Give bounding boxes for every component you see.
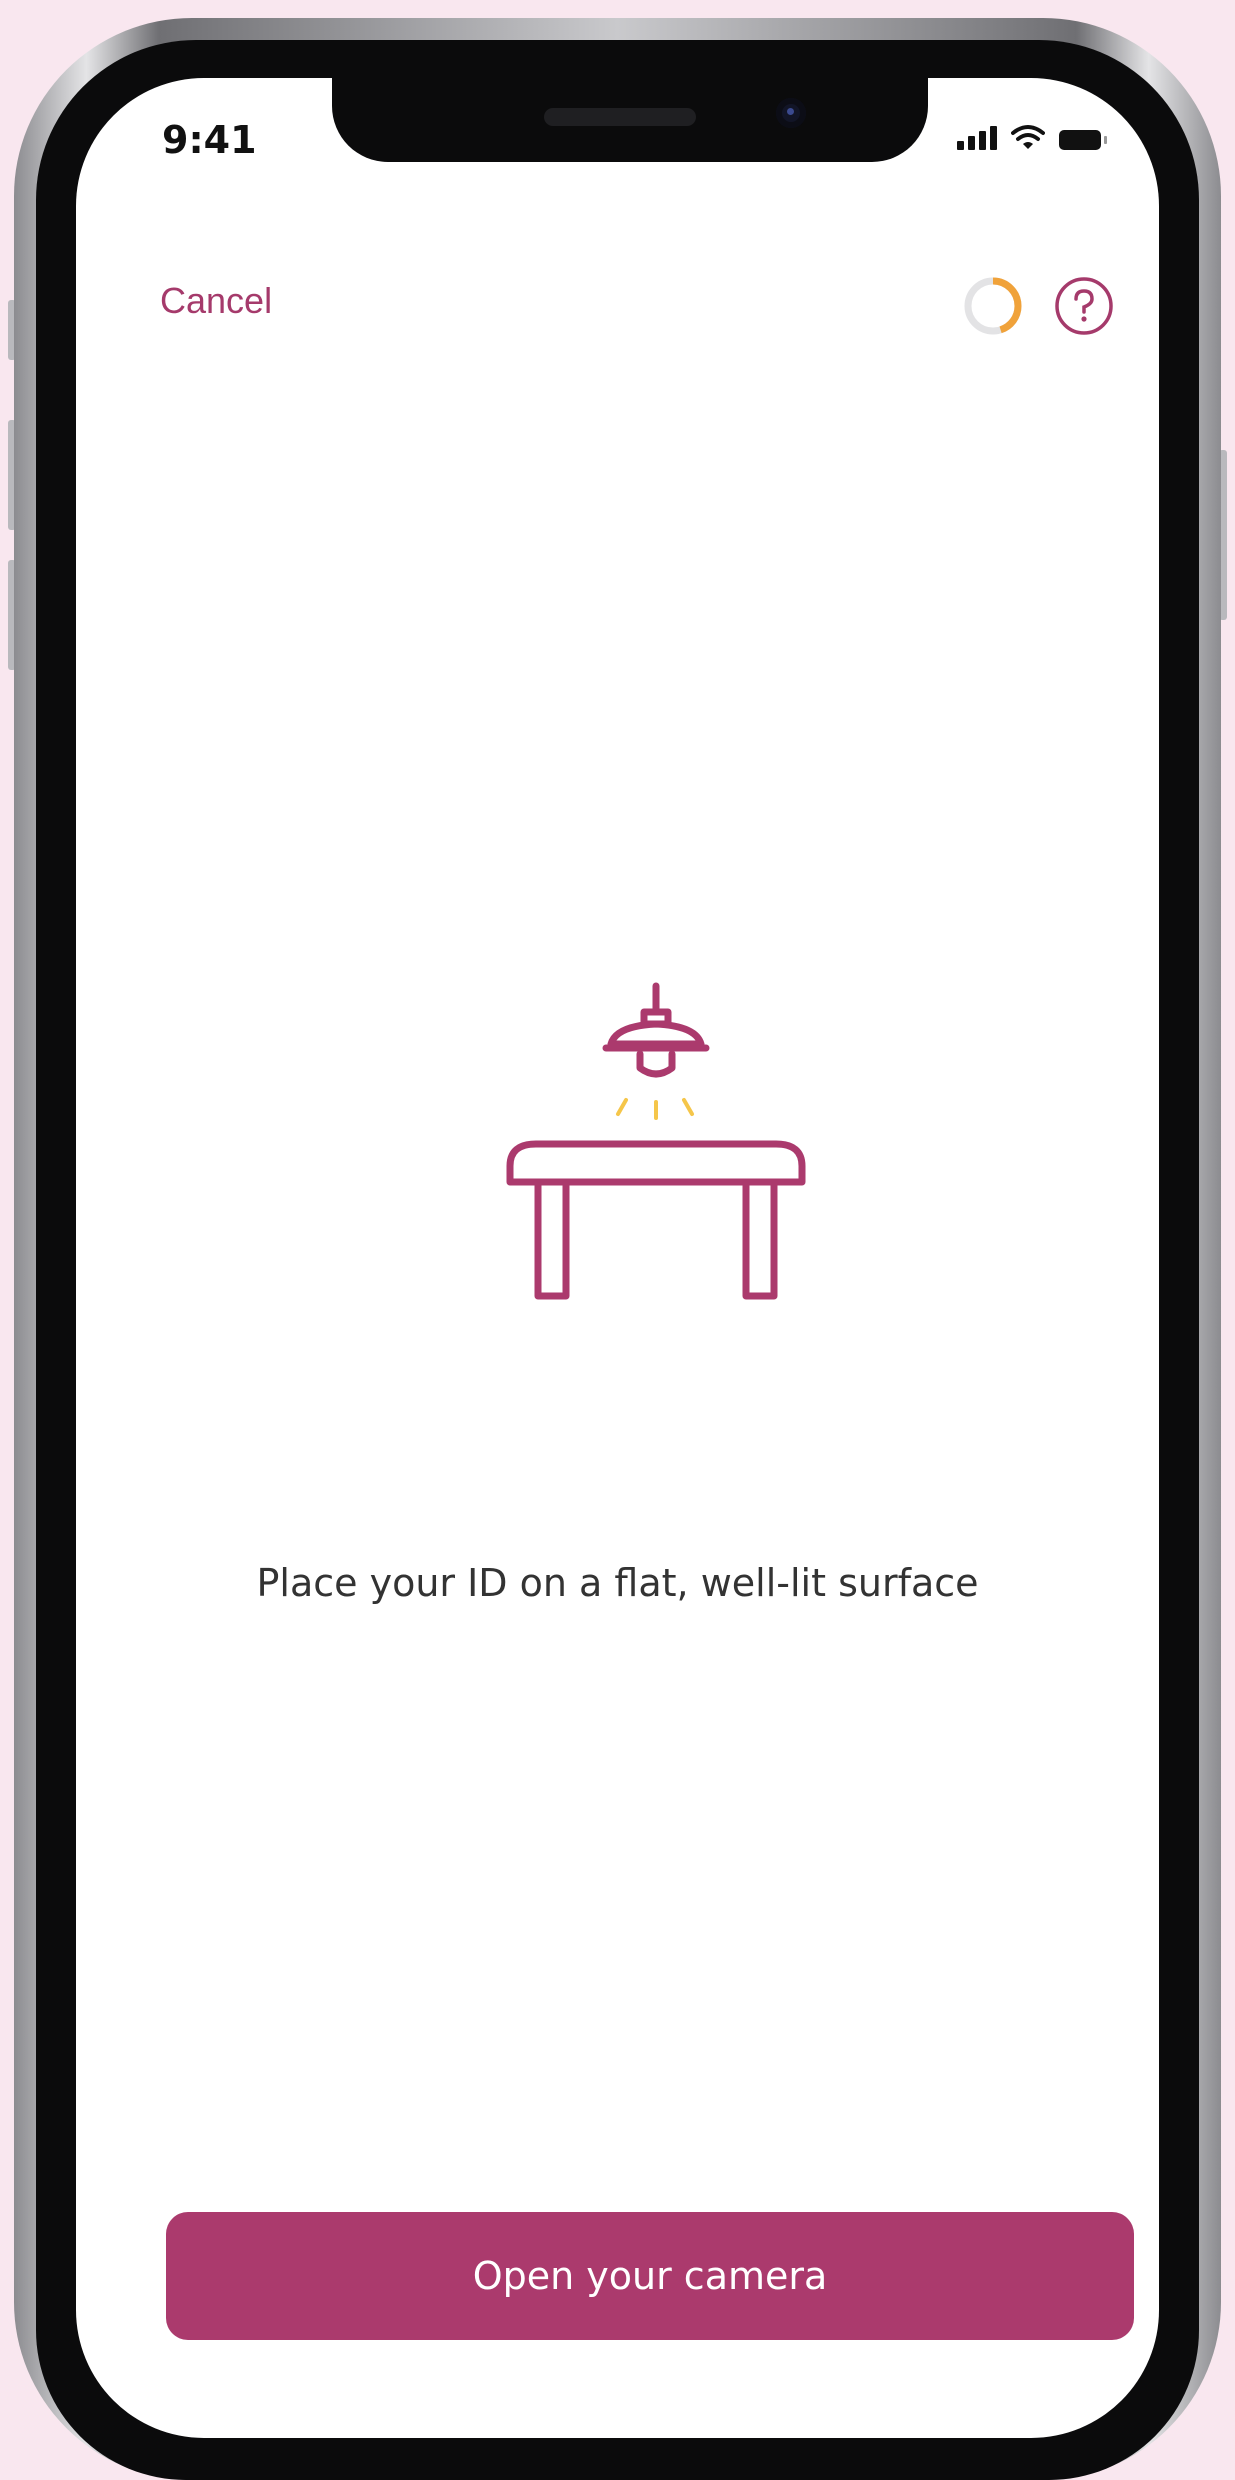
- status-icons: [957, 124, 1107, 150]
- lamp-over-table-icon: [506, 982, 806, 1300]
- cellular-signal-icon: [957, 124, 997, 150]
- phone-bezel: 9:41 Cancel Place your ID on a flat, wel…: [36, 40, 1199, 2480]
- cancel-button[interactable]: Cancel: [160, 280, 272, 322]
- phone-frame: 9:41 Cancel Place your ID on a flat, wel…: [14, 18, 1221, 2480]
- notch: [332, 78, 928, 162]
- question-circle-icon[interactable]: [1052, 274, 1116, 338]
- speaker-grille: [544, 108, 696, 126]
- progress-ring-icon: [964, 277, 1022, 335]
- battery-icon: [1059, 130, 1107, 150]
- status-time: 9:41: [162, 118, 257, 162]
- front-camera: [776, 98, 806, 128]
- app-screen: 9:41 Cancel Place your ID on a flat, wel…: [76, 78, 1159, 2438]
- wifi-icon: [1011, 125, 1045, 149]
- open-camera-button[interactable]: Open your camera: [166, 2212, 1134, 2340]
- instruction-text: Place your ID on a flat, well-lit surfac…: [256, 1561, 979, 1605]
